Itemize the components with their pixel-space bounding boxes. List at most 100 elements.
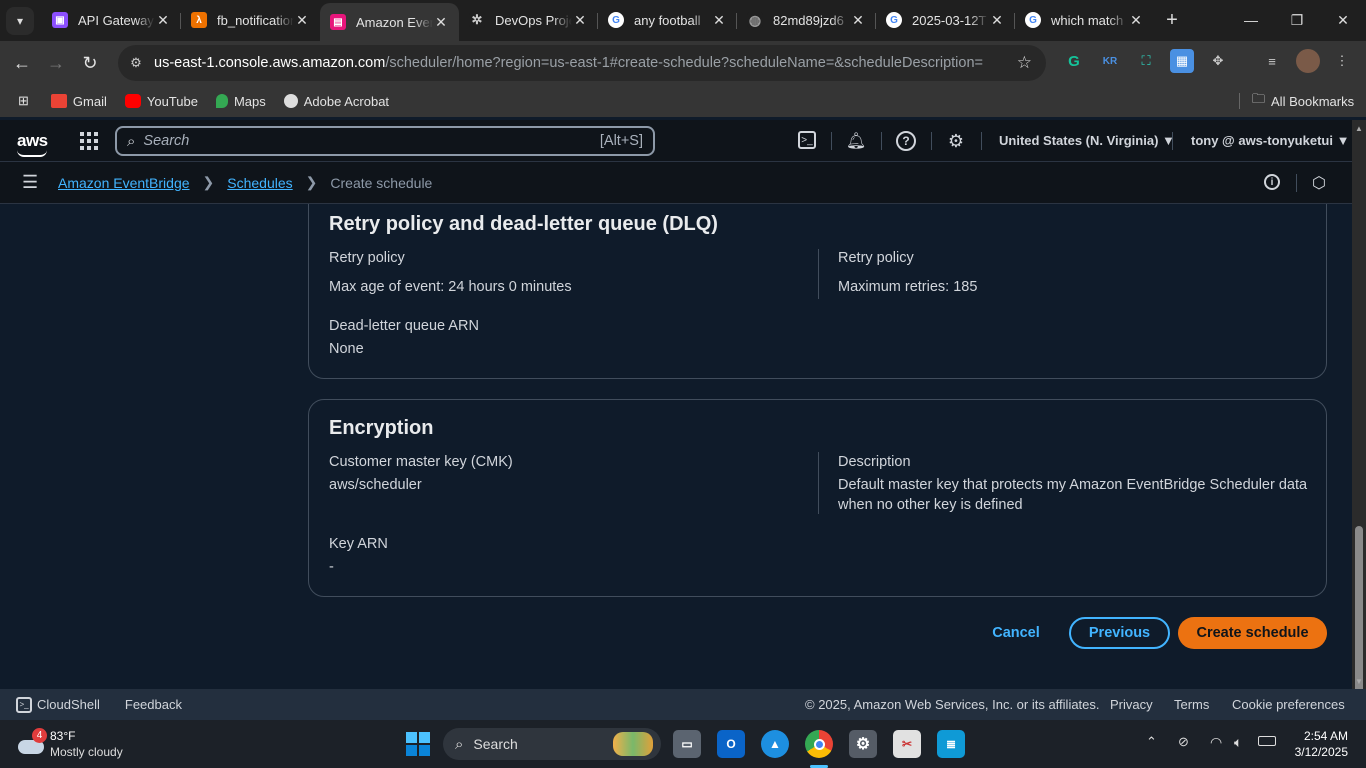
browser-tab[interactable]: λ fb_notification ✕ — [181, 3, 320, 37]
breadcrumb-eventbridge-link[interactable]: Amazon EventBridge — [58, 175, 190, 191]
browser-tab[interactable]: ▣ API Gateway ✕ — [42, 3, 181, 37]
breadcrumb-schedules-link[interactable]: Schedules — [227, 175, 292, 191]
task-view-icon[interactable]: ▭ — [673, 730, 701, 758]
screen-capture-icon[interactable]: ⛶ — [1134, 49, 1158, 73]
section-title: Retry policy and dead-letter queue (DLQ) — [329, 213, 718, 235]
hexagon-settings-icon[interactable]: ⬡ — [1312, 173, 1326, 193]
network-off-icon[interactable]: ⊘ — [1178, 734, 1189, 750]
dlq-label: Dead-letter queue ARN — [329, 318, 479, 334]
extension-icon[interactable]: KR — [1098, 49, 1122, 73]
close-tab-icon[interactable]: ✕ — [155, 12, 171, 29]
gear-icon[interactable]: ⚙ — [946, 131, 966, 151]
weather-widget[interactable]: 83°F Mostly cloudy — [50, 728, 123, 760]
close-window-icon[interactable]: ✕ — [1320, 0, 1366, 40]
browser-tab[interactable]: ◍ 82md89jzd6 ✕ — [737, 3, 876, 37]
retry-policy-label: Retry policy — [838, 250, 914, 266]
extension-icon[interactable]: ▦ — [1170, 49, 1194, 73]
terms-link[interactable]: Terms — [1174, 697, 1209, 712]
browser-tab[interactable]: G 2025-03-12T ✕ — [876, 3, 1015, 37]
help-icon[interactable]: ? — [896, 131, 916, 151]
window-controls: — ❐ ✕ — [1228, 0, 1366, 40]
key-arn-label: Key ARN — [329, 536, 388, 552]
cancel-button[interactable]: Cancel — [980, 617, 1052, 649]
browser-tab-active[interactable]: ▤ Amazon EventBridge ✕ — [320, 3, 459, 41]
dlq-value: None — [329, 341, 364, 357]
taskbar-search-input[interactable]: ⌕ Search — [443, 728, 661, 760]
browser-tab[interactable]: ✲ DevOps Project ✕ — [459, 3, 598, 37]
close-tab-icon[interactable]: ✕ — [1128, 12, 1144, 29]
hamburger-menu-icon[interactable]: ☰ — [22, 172, 38, 193]
bookmark-gmail[interactable]: Gmail — [50, 94, 107, 109]
cloudshell-icon[interactable]: >_ — [798, 131, 816, 149]
chrome-icon[interactable] — [805, 730, 833, 758]
browser-tab[interactable]: G which match ✕ — [1015, 3, 1154, 37]
new-tab-button[interactable]: + — [1158, 7, 1186, 35]
bookmark-star-icon[interactable]: ☆ — [1017, 53, 1032, 73]
forward-arrow-icon[interactable]: → — [39, 46, 73, 80]
close-tab-icon[interactable]: ✕ — [294, 12, 310, 29]
gmail-icon — [50, 94, 67, 108]
close-tab-icon[interactable]: ✕ — [433, 14, 449, 31]
grammarly-icon[interactable]: G — [1062, 49, 1086, 73]
bookmark-youtube[interactable]: YouTube — [124, 94, 198, 109]
info-icon[interactable]: i — [1264, 174, 1280, 190]
cloudshell-link[interactable]: CloudShell — [37, 697, 100, 712]
windows-start-icon[interactable] — [404, 730, 432, 758]
extensions-puzzle-icon[interactable]: ✥ — [1206, 49, 1230, 73]
volume-icon[interactable]: 🔈︎ — [1234, 734, 1242, 751]
media-control-icon[interactable]: ≡ — [1260, 49, 1284, 73]
more-menu-icon[interactable]: ⋮ — [1330, 49, 1354, 73]
close-tab-icon[interactable]: ✕ — [711, 12, 727, 29]
back-arrow-icon[interactable]: ← — [5, 46, 39, 80]
console-search-input[interactable]: ⌕ Search [Alt+S] — [115, 126, 655, 156]
settings-gear-icon[interactable]: ⚙ — [849, 730, 877, 758]
site-info-icon[interactable]: ⚙ — [118, 55, 154, 71]
browser-tab-bar: ▾ ▣ API Gateway ✕ λ fb_notification ✕ ▤ … — [0, 0, 1366, 41]
page-scrollbar[interactable]: ▲ ▼ — [1352, 120, 1366, 702]
region-selector[interactable]: United States (N. Virginia) ▼ — [999, 133, 1175, 148]
max-retries-value: Maximum retries: 185 — [838, 279, 978, 295]
address-bar[interactable]: ⚙ us-east-1.console.aws.amazon.com/sched… — [118, 45, 1046, 81]
google-favicon-icon: G — [1025, 12, 1041, 28]
services-grid-icon[interactable] — [80, 131, 98, 150]
tab-title: Amazon EventBridge — [356, 14, 433, 30]
aws-logo[interactable]: aws — [17, 131, 49, 157]
create-schedule-button[interactable]: Create schedule — [1178, 617, 1327, 649]
tab-title: which match — [1051, 12, 1124, 28]
apps-grid-icon[interactable]: ⊞ — [18, 93, 29, 109]
clock[interactable]: 2:54 AM 3/12/2025 — [1292, 728, 1348, 760]
cookie-preferences-link[interactable]: Cookie preferences — [1232, 697, 1345, 712]
minimize-icon[interactable]: — — [1228, 0, 1274, 40]
maps-pin-icon — [215, 94, 228, 108]
close-tab-icon[interactable]: ✕ — [850, 12, 866, 29]
snipping-tool-icon[interactable]: ✂ — [893, 730, 921, 758]
close-tab-icon[interactable]: ✕ — [572, 12, 588, 29]
reload-icon[interactable]: ↻ — [73, 46, 107, 80]
console-footer: >_ CloudShell Feedback © 2025, Amazon We… — [0, 689, 1366, 720]
breadcrumb-current: Create schedule — [330, 174, 433, 191]
privacy-link[interactable]: Privacy — [1110, 697, 1153, 712]
weather-cloud-icon[interactable]: 4 — [16, 728, 47, 756]
notepad-icon[interactable]: ≣ — [937, 730, 965, 758]
folder-icon: 🗀 — [1252, 91, 1266, 106]
scrollbar-thumb[interactable] — [1355, 526, 1363, 702]
retry-policy-card: Retry policy and dead-letter queue (DLQ)… — [308, 204, 1327, 379]
account-menu[interactable]: tony @ aws-tonyuketui ▼ — [1191, 133, 1349, 148]
browser-tab[interactable]: G any football ✕ — [598, 3, 737, 37]
feedback-link[interactable]: Feedback — [125, 697, 182, 712]
docker-icon[interactable]: ▲ — [761, 730, 789, 758]
profile-avatar[interactable] — [1296, 49, 1320, 73]
wifi-icon[interactable]: ◠ — [1210, 734, 1222, 751]
tab-search-button[interactable]: ▾ — [6, 6, 34, 35]
bookmark-adobe-acrobat[interactable]: Adobe Acrobat — [283, 94, 389, 109]
bell-icon[interactable]: 🔔︎ — [846, 131, 866, 151]
all-bookmarks-folder[interactable]: 🗀 All Bookmarks — [1252, 90, 1354, 112]
restore-icon[interactable]: ❐ — [1274, 0, 1320, 40]
previous-button[interactable]: Previous — [1069, 617, 1170, 649]
bookmark-maps[interactable]: Maps — [215, 94, 266, 109]
close-tab-icon[interactable]: ✕ — [989, 12, 1005, 29]
chevron-up-icon[interactable]: ⌃ — [1146, 734, 1157, 750]
battery-icon[interactable] — [1258, 736, 1276, 746]
retry-policy-label: Retry policy — [329, 250, 405, 266]
outlook-icon[interactable]: O — [717, 730, 745, 758]
